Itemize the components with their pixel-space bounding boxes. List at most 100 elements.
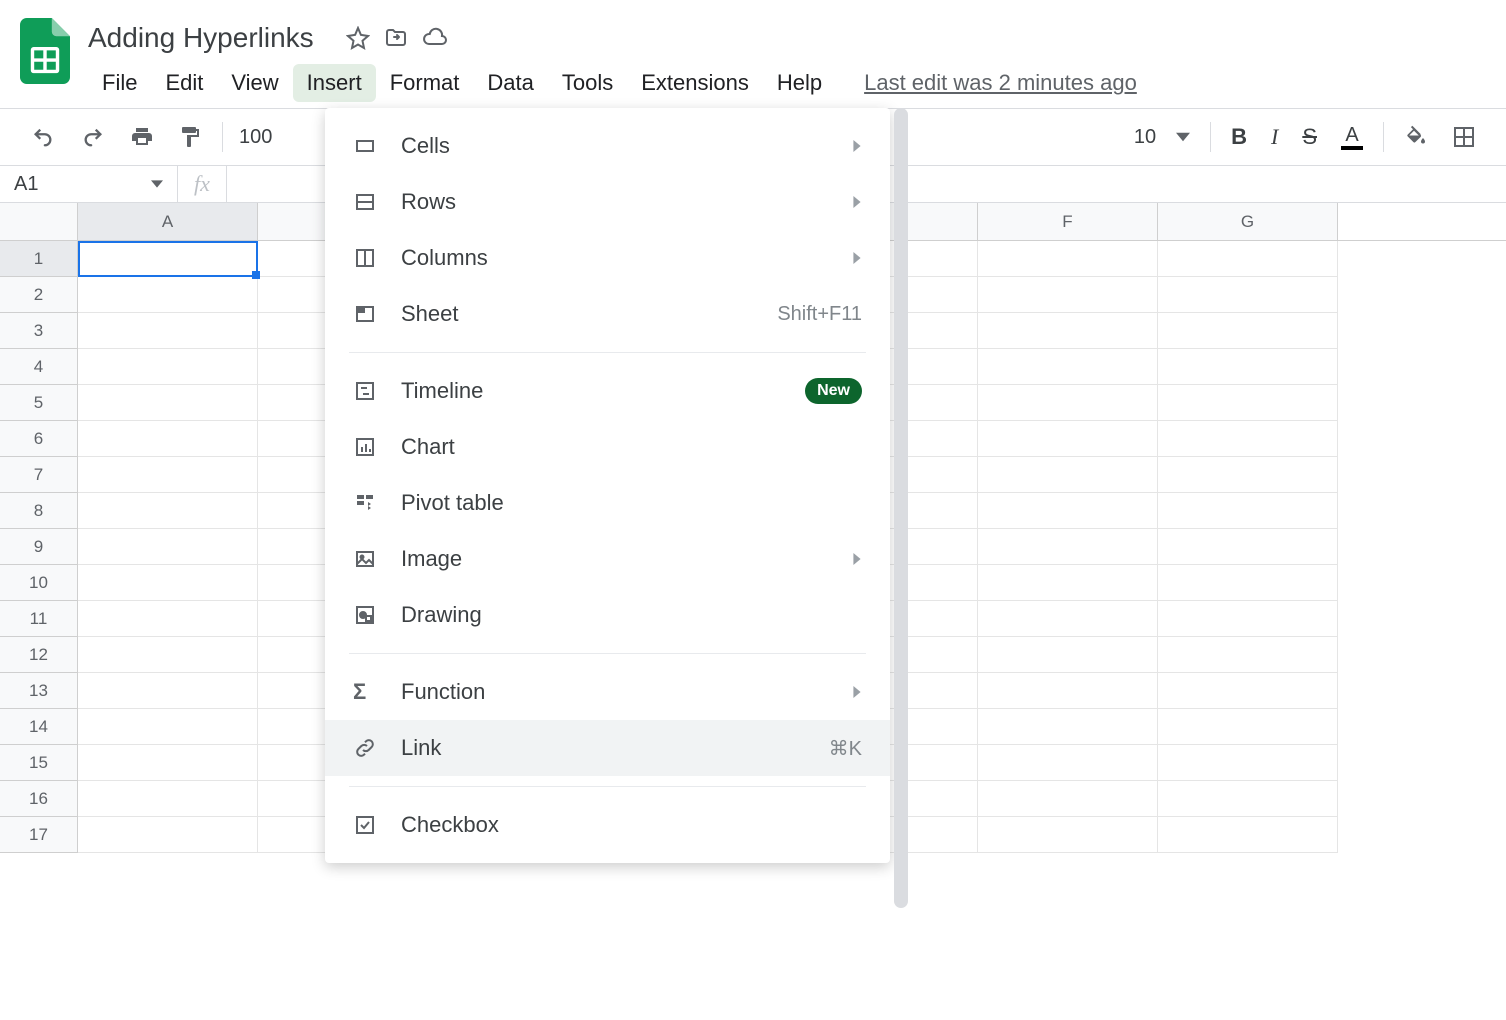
cell[interactable] bbox=[1158, 673, 1338, 709]
menu-item-pivot-table[interactable]: Pivot table bbox=[325, 475, 890, 531]
cell[interactable] bbox=[1158, 745, 1338, 781]
cell[interactable] bbox=[78, 817, 258, 853]
row-header[interactable]: 3 bbox=[0, 313, 78, 349]
cell[interactable] bbox=[78, 457, 258, 493]
cell[interactable] bbox=[78, 385, 258, 421]
cell[interactable] bbox=[1158, 637, 1338, 673]
doc-title[interactable]: Adding Hyperlinks bbox=[88, 22, 314, 54]
cell[interactable] bbox=[1158, 277, 1338, 313]
menu-item-checkbox[interactable]: Checkbox bbox=[325, 797, 890, 853]
cell[interactable] bbox=[1158, 421, 1338, 457]
col-header[interactable]: A bbox=[78, 203, 258, 240]
menu-item-timeline[interactable]: Timeline New bbox=[325, 363, 890, 419]
row-header[interactable]: 11 bbox=[0, 601, 78, 637]
cell[interactable] bbox=[978, 313, 1158, 349]
col-header[interactable]: F bbox=[978, 203, 1158, 240]
row-header[interactable]: 9 bbox=[0, 529, 78, 565]
cell[interactable] bbox=[978, 709, 1158, 745]
menu-tools[interactable]: Tools bbox=[548, 64, 627, 102]
cell[interactable] bbox=[78, 601, 258, 637]
menu-item-drawing[interactable]: Drawing bbox=[325, 587, 890, 643]
cell[interactable] bbox=[78, 241, 258, 277]
print-button[interactable] bbox=[124, 119, 160, 155]
cell[interactable] bbox=[978, 601, 1158, 637]
menu-file[interactable]: File bbox=[88, 64, 151, 102]
font-size-dropdown-icon[interactable] bbox=[1170, 124, 1196, 150]
row-header[interactable]: 1 bbox=[0, 241, 78, 277]
row-header[interactable]: 12 bbox=[0, 637, 78, 673]
cell[interactable] bbox=[1158, 457, 1338, 493]
cell[interactable] bbox=[978, 565, 1158, 601]
undo-button[interactable] bbox=[24, 120, 62, 154]
zoom-value[interactable]: 100 bbox=[239, 126, 272, 149]
row-header[interactable]: 10 bbox=[0, 565, 78, 601]
row-header[interactable]: 4 bbox=[0, 349, 78, 385]
row-header[interactable]: 6 bbox=[0, 421, 78, 457]
fill-color-button[interactable] bbox=[1398, 119, 1434, 155]
name-box[interactable]: A1 bbox=[0, 166, 178, 202]
cell[interactable] bbox=[78, 781, 258, 817]
cell[interactable] bbox=[78, 313, 258, 349]
bold-button[interactable]: B bbox=[1225, 118, 1253, 156]
menu-data[interactable]: Data bbox=[473, 64, 547, 102]
row-header[interactable]: 14 bbox=[0, 709, 78, 745]
cell[interactable] bbox=[978, 385, 1158, 421]
cell[interactable] bbox=[1158, 817, 1338, 853]
row-header[interactable]: 5 bbox=[0, 385, 78, 421]
row-header[interactable]: 2 bbox=[0, 277, 78, 313]
menu-item-chart[interactable]: Chart bbox=[325, 419, 890, 475]
cell[interactable] bbox=[1158, 781, 1338, 817]
row-header[interactable]: 17 bbox=[0, 817, 78, 853]
cell[interactable] bbox=[978, 529, 1158, 565]
row-header[interactable]: 15 bbox=[0, 745, 78, 781]
sheets-app-icon[interactable] bbox=[20, 18, 70, 84]
menu-extensions[interactable]: Extensions bbox=[627, 64, 763, 102]
menu-item-link[interactable]: Link ⌘K bbox=[325, 720, 890, 776]
last-edit-link[interactable]: Last edit was 2 minutes ago bbox=[864, 70, 1137, 96]
menu-item-sheet[interactable]: Sheet Shift+F11 bbox=[325, 286, 890, 342]
cell[interactable] bbox=[78, 709, 258, 745]
text-color-button[interactable]: A bbox=[1335, 119, 1369, 156]
cell[interactable] bbox=[78, 745, 258, 781]
menu-item-image[interactable]: Image bbox=[325, 531, 890, 587]
cell[interactable] bbox=[978, 493, 1158, 529]
italic-button[interactable]: I bbox=[1265, 118, 1284, 156]
menu-item-function[interactable]: Σ Function bbox=[325, 664, 890, 720]
cell[interactable] bbox=[1158, 493, 1338, 529]
cell[interactable] bbox=[1158, 529, 1338, 565]
font-size-value[interactable]: 10 bbox=[1134, 126, 1156, 149]
cell[interactable] bbox=[978, 673, 1158, 709]
cell[interactable] bbox=[78, 421, 258, 457]
cell[interactable] bbox=[978, 781, 1158, 817]
cell[interactable] bbox=[1158, 349, 1338, 385]
menu-edit[interactable]: Edit bbox=[151, 64, 217, 102]
name-box-dropdown-icon[interactable] bbox=[151, 178, 163, 190]
move-icon[interactable] bbox=[384, 26, 408, 50]
cell[interactable] bbox=[78, 637, 258, 673]
cell[interactable] bbox=[978, 457, 1158, 493]
cell[interactable] bbox=[978, 349, 1158, 385]
dropdown-scrollbar[interactable] bbox=[894, 108, 908, 908]
menu-insert[interactable]: Insert bbox=[293, 64, 376, 102]
menu-view[interactable]: View bbox=[217, 64, 292, 102]
menu-item-rows[interactable]: Rows bbox=[325, 174, 890, 230]
select-all-corner[interactable] bbox=[0, 203, 78, 240]
cell[interactable] bbox=[1158, 385, 1338, 421]
cell[interactable] bbox=[978, 637, 1158, 673]
borders-button[interactable] bbox=[1446, 119, 1482, 155]
cell[interactable] bbox=[1158, 313, 1338, 349]
row-header[interactable]: 16 bbox=[0, 781, 78, 817]
menu-format[interactable]: Format bbox=[376, 64, 474, 102]
cell[interactable] bbox=[78, 349, 258, 385]
cell[interactable] bbox=[78, 529, 258, 565]
cell[interactable] bbox=[978, 817, 1158, 853]
cell[interactable] bbox=[1158, 709, 1338, 745]
col-header[interactable]: G bbox=[1158, 203, 1338, 240]
menu-item-columns[interactable]: Columns bbox=[325, 230, 890, 286]
strikethrough-button[interactable]: S bbox=[1296, 118, 1323, 156]
cell[interactable] bbox=[78, 277, 258, 313]
cell[interactable] bbox=[978, 241, 1158, 277]
redo-button[interactable] bbox=[74, 120, 112, 154]
cell[interactable] bbox=[1158, 241, 1338, 277]
cell[interactable] bbox=[978, 277, 1158, 313]
